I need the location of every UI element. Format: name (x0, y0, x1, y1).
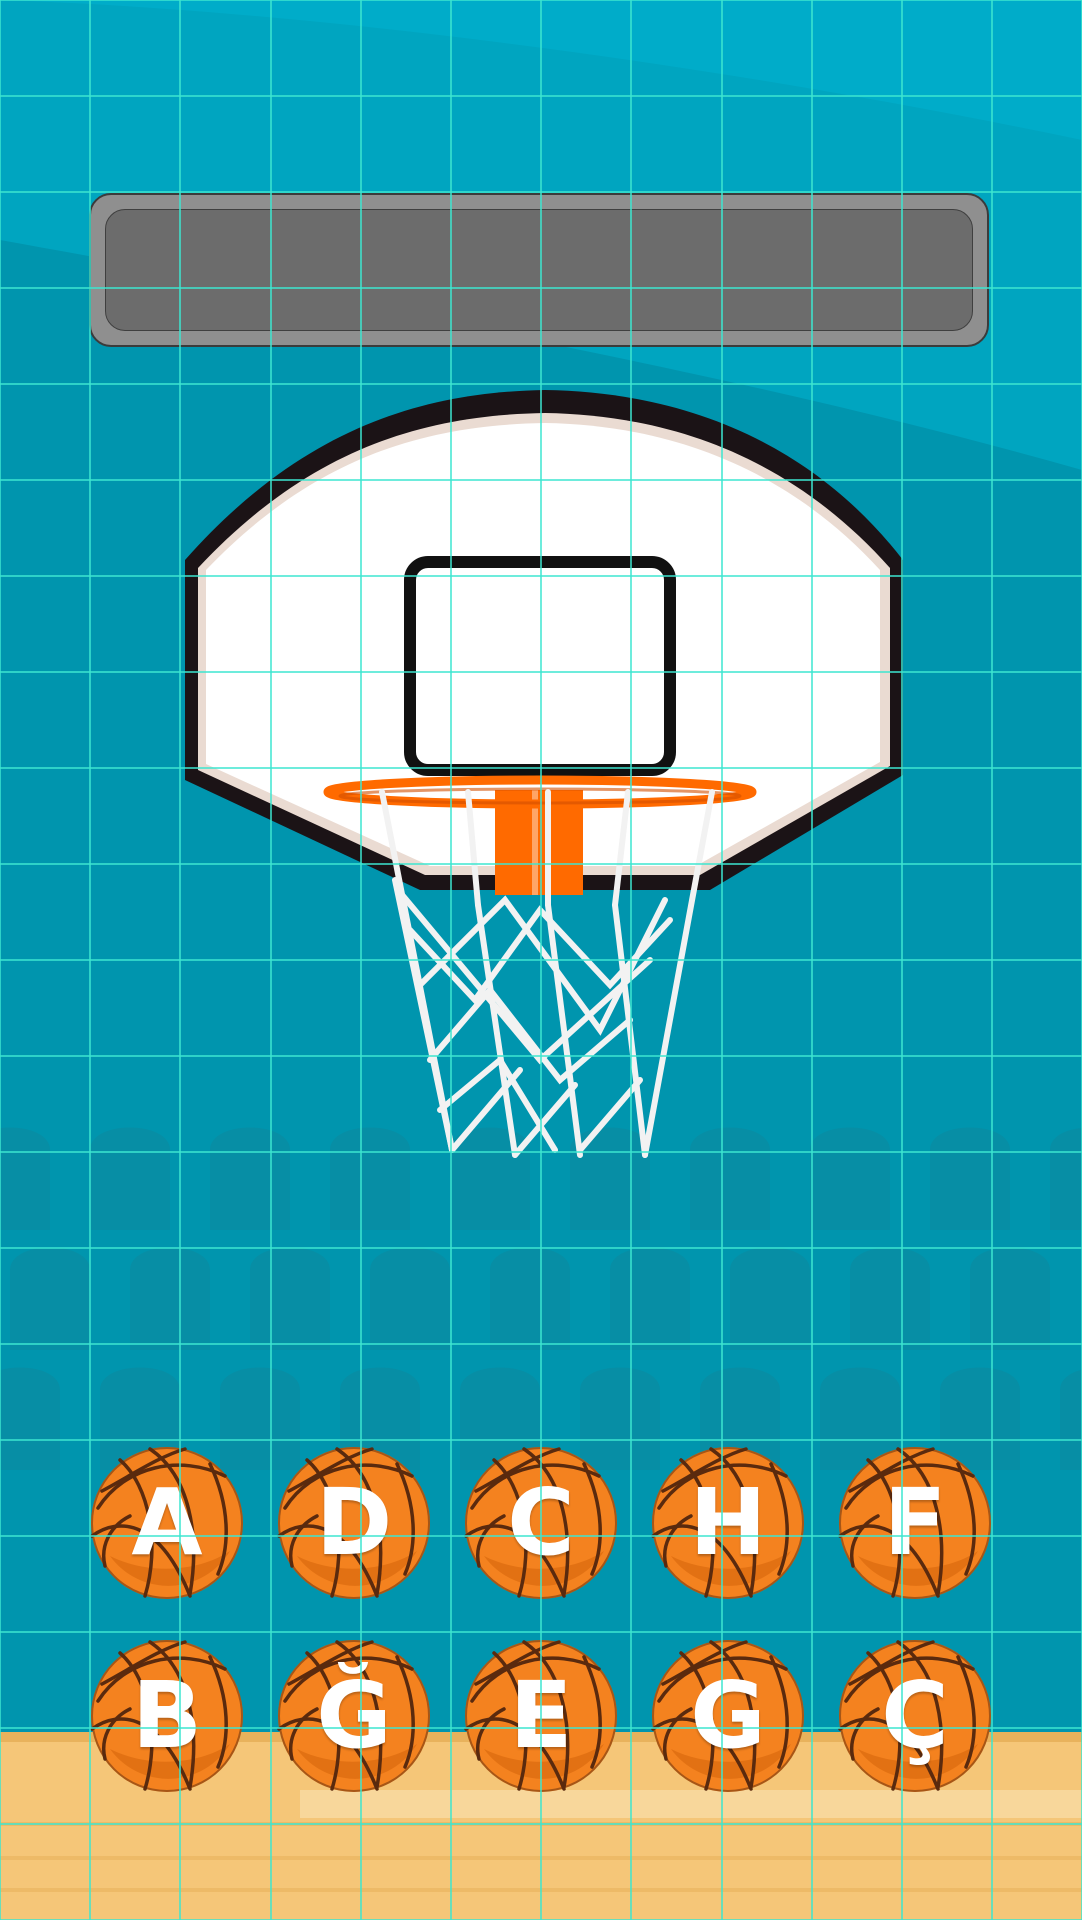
crowd-figure (250, 1247, 330, 1350)
crowd-figure (1060, 1369, 1082, 1470)
crowd-figure (970, 1247, 1050, 1350)
ball-letter: H (689, 1469, 767, 1576)
crowd-figure (1050, 1128, 1082, 1230)
ball-letter: G (690, 1662, 766, 1769)
crowd-figure (10, 1247, 90, 1350)
crowd-figure (210, 1127, 290, 1230)
crowd-figure (930, 1127, 1010, 1230)
letter-ball-c[interactable]: C (464, 1446, 618, 1600)
letter-ball-f[interactable]: F (838, 1446, 992, 1600)
crowd-figure (850, 1247, 930, 1350)
letter-ball-a[interactable]: A (90, 1446, 244, 1600)
crowd-figure (570, 1127, 650, 1230)
ball-letter: E (509, 1662, 573, 1769)
crowd-figure (450, 1127, 530, 1230)
crowd-figure (0, 1367, 60, 1470)
crowd-figure (130, 1247, 210, 1350)
crowd-figure (810, 1127, 890, 1230)
crowd-figure (330, 1127, 410, 1230)
crowd-figure (370, 1247, 450, 1350)
crowd-figure (490, 1247, 570, 1350)
ball-letter: F (883, 1469, 947, 1576)
ball-letter: Ç (881, 1662, 949, 1769)
ball-letter: C (507, 1469, 575, 1576)
crowd-figure (90, 1127, 170, 1230)
letter-ball-d[interactable]: D (277, 1446, 431, 1600)
ball-letter: A (131, 1469, 203, 1576)
letter-ball-c-cedilla[interactable]: Ç (838, 1639, 992, 1793)
ball-letter: Ğ (316, 1662, 392, 1769)
letter-ball-g-breve[interactable]: Ğ (277, 1639, 431, 1793)
answer-scoreboard (89, 193, 989, 347)
ball-letter: D (315, 1469, 393, 1576)
letter-ball-b[interactable]: B (90, 1639, 244, 1793)
letter-ball-h[interactable]: H (651, 1446, 805, 1600)
ball-letter: B (131, 1662, 203, 1769)
answer-display (105, 209, 973, 331)
letter-ball-e[interactable]: E (464, 1639, 618, 1793)
crowd-figure (610, 1247, 690, 1350)
letter-ball-g[interactable]: G (651, 1639, 805, 1793)
crowd-figure (730, 1247, 810, 1350)
crowd-figure (690, 1127, 770, 1230)
crowd-figure (0, 1127, 50, 1230)
